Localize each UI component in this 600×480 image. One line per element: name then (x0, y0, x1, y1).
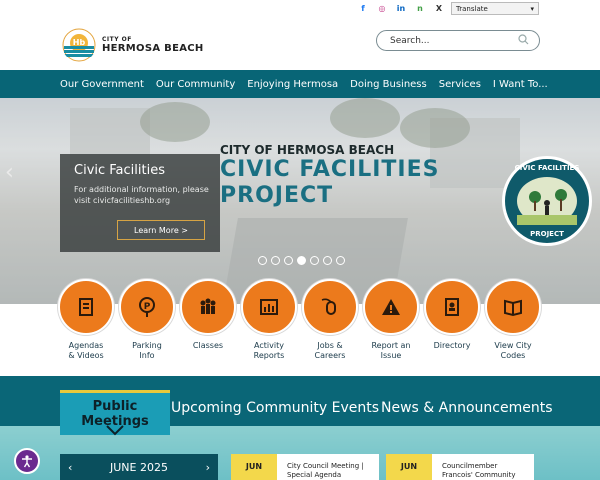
hero-card-text: For additional information, please visit… (74, 185, 209, 205)
slider-dot[interactable] (258, 256, 267, 265)
calendar-month-bar: ‹ JUNE 2025 › (60, 454, 218, 480)
nav-i-want-to[interactable]: I Want To... (487, 79, 554, 90)
accessibility-button[interactable] (14, 448, 40, 474)
slider-dot[interactable] (336, 256, 345, 265)
event-date: JUN (231, 454, 277, 480)
translate-select[interactable]: Translate ▾ (451, 2, 539, 15)
hero-card: Civic Facilities For additional informat… (60, 154, 220, 252)
logo-text: CITY OF HERMOSA BEACH (102, 36, 204, 54)
civic-facilities-badge: CIVIC FACILITIES PROJECT (502, 156, 592, 246)
badge-top-text: CIVIC FACILITIES (514, 164, 580, 172)
search-icon[interactable] (518, 33, 529, 48)
hero-title-line1: CITY OF HERMOSA BEACH (220, 143, 395, 157)
quick-link[interactable]: Jobs & Careers (295, 279, 365, 361)
quick-link[interactable]: Report an Issue (356, 279, 426, 361)
slider-dot[interactable] (310, 256, 319, 265)
hero-card-title: Civic Facilities (74, 163, 165, 178)
header: f ◎ in n X Translate ▾ Hb CITY OF HERMOSA BE… (0, 0, 600, 70)
nav-our-government[interactable]: Our Government (0, 79, 150, 90)
logo-small: CITY OF (102, 36, 132, 43)
linkedin-icon[interactable]: in (396, 3, 406, 13)
event-card[interactable]: JUN City Council Meeting | Special Agend… (231, 454, 379, 480)
quick-link[interactable]: Directory (417, 279, 487, 351)
slider-dot[interactable] (323, 256, 332, 265)
tab-community-events[interactable]: Upcoming Community Events (171, 400, 379, 416)
mouse-icon (302, 279, 358, 335)
event-date: JUN (386, 454, 432, 480)
people-icon (180, 279, 236, 335)
chevron-left-icon[interactable]: ‹ (68, 461, 72, 474)
quick-link-label: Activity Reports (253, 341, 285, 360)
quick-link-label: View City Codes (494, 341, 532, 360)
instagram-icon[interactable]: ◎ (377, 3, 387, 13)
x-icon[interactable]: X (434, 3, 444, 13)
logo-big: HERMOSA BEACH (102, 43, 204, 54)
search-input[interactable]: Search... (376, 30, 540, 51)
quick-link-label: Parking Info (132, 341, 162, 360)
quick-links: Agendas & Videos P Parking Info Classes Acti… (0, 279, 600, 376)
document-icon (58, 279, 114, 335)
chart-icon (241, 279, 297, 335)
parking-icon: P (119, 279, 175, 335)
quick-link-label: Directory (433, 341, 471, 350)
event-title: City Council Meeting | Special Agenda (287, 462, 364, 479)
hero-title-line3: PROJECT (220, 183, 334, 208)
chevron-right-icon[interactable]: › (206, 461, 210, 474)
badge-bottom-text: PROJECT (530, 230, 564, 238)
learn-more-button[interactable]: Learn More > (117, 220, 205, 240)
tab-news-announcements[interactable]: News & Announcements (381, 400, 553, 416)
slider-prev-button[interactable]: ‹ (5, 160, 14, 185)
quick-link[interactable]: Agendas & Videos (51, 279, 121, 361)
slider-dot[interactable] (271, 256, 280, 265)
quick-link-label: Classes (192, 341, 224, 350)
nav-our-community[interactable]: Our Community (150, 79, 241, 90)
accessibility-icon (22, 455, 32, 468)
directory-icon (424, 279, 480, 335)
nextdoor-icon[interactable]: n (415, 3, 425, 13)
warning-icon (363, 279, 419, 335)
quick-link-label: Report an Issue (371, 341, 411, 360)
nav-enjoying-hermosa[interactable]: Enjoying Hermosa (241, 79, 344, 90)
chevron-down-icon: ▾ (530, 4, 534, 13)
slider-dot[interactable] (284, 256, 293, 265)
hero-title: CITY OF HERMOSA BEACH CIVIC FACILITIES P… (220, 143, 439, 209)
quick-link[interactable]: View City Codes (478, 279, 548, 361)
quick-link[interactable]: P Parking Info (112, 279, 182, 361)
svg-text:Hb: Hb (73, 38, 86, 47)
chevron-down-icon (106, 424, 124, 440)
quick-link[interactable]: Classes (173, 279, 243, 351)
hero-title-line2: CIVIC FACILITIES (220, 157, 440, 182)
hero-slider: ‹ Civic Facilities For additional inform… (0, 98, 600, 304)
search-placeholder: Search... (390, 35, 430, 46)
social-links: f ◎ in n X (358, 3, 444, 13)
nav-services[interactable]: Services (433, 79, 487, 90)
quick-link[interactable]: Activity Reports (234, 279, 304, 361)
city-logo[interactable]: Hb CITY OF HERMOSA BEACH (62, 28, 204, 62)
logo-mark-icon: Hb (62, 28, 96, 62)
calendar-month: JUNE 2025 (110, 460, 168, 474)
event-title: Councilmember Francois' Community (442, 462, 516, 479)
translate-label: Translate (456, 4, 488, 13)
badge-illustration (517, 177, 577, 225)
slider-dots (258, 256, 345, 265)
quick-link-label: Jobs & Careers (314, 341, 346, 360)
quick-link-label: Agendas & Videos (68, 341, 104, 360)
book-icon (485, 279, 541, 335)
slider-dot[interactable] (297, 256, 306, 265)
event-card[interactable]: JUN Councilmember Francois' Community (386, 454, 534, 480)
main-nav: Our Government Our Community Enjoying He… (0, 70, 600, 98)
facebook-icon[interactable]: f (358, 3, 368, 13)
svg-text:P: P (144, 302, 151, 312)
nav-doing-business[interactable]: Doing Business (344, 79, 433, 90)
